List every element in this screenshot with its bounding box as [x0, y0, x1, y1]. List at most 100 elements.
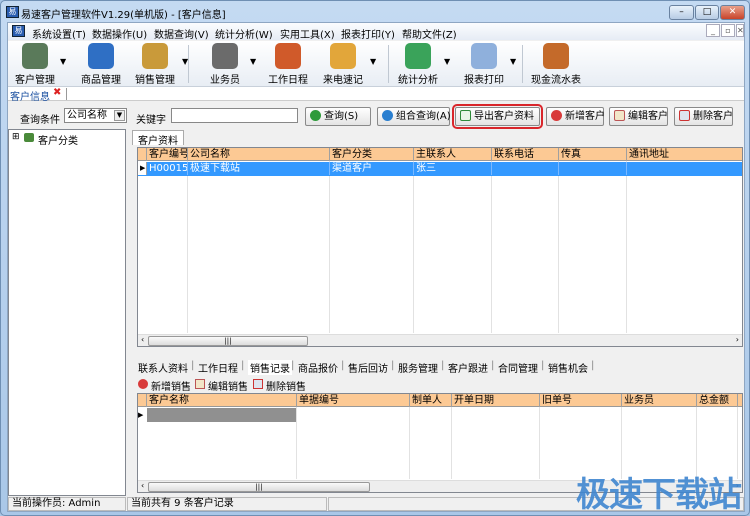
tree-expand-icon[interactable]: ⊞ — [12, 132, 20, 142]
sales-grid-current-cell[interactable] — [147, 408, 297, 422]
detail-tab[interactable]: 服务管理 — [398, 360, 438, 375]
chevron-down-icon[interactable]: ▼ — [114, 110, 125, 121]
add-sale-button[interactable]: 新增销售 — [151, 378, 191, 393]
menu-data-query[interactable]: 数据查询(V) — [154, 26, 209, 41]
cash-flow-icon — [543, 43, 569, 69]
table-cell — [559, 162, 627, 175]
column-header[interactable]: 业务员 — [622, 394, 697, 407]
tab-divider — [66, 88, 67, 100]
add-icon — [551, 110, 562, 121]
column-header[interactable]: 客户名称 — [147, 394, 297, 407]
tab-customer-info[interactable]: 客户资料 — [132, 130, 184, 147]
menu-report[interactable]: 报表打印(Y) — [341, 26, 395, 41]
detail-tab[interactable]: 商品报价 — [298, 360, 338, 375]
delete-sale-button[interactable]: 删除销售 — [266, 378, 306, 393]
keyword-input[interactable] — [171, 108, 298, 123]
hscroll-thumb[interactable]: ||| — [148, 482, 370, 492]
detail-tab[interactable]: 联系人资料 — [138, 360, 188, 375]
detail-tab[interactable]: 合同管理 — [498, 360, 538, 375]
query-condition-select[interactable]: 公司名称 ▼ — [64, 108, 127, 123]
column-header[interactable]: 开单日期 — [452, 394, 540, 407]
export-customer-button[interactable]: 导出客户资料 — [452, 104, 543, 129]
column-header[interactable]: 旧单号 — [540, 394, 622, 407]
toolbar-button-7[interactable]: 报表打印 — [460, 43, 508, 86]
add-sale-icon — [138, 379, 148, 389]
sales-grid-header: 客户名称 单据编号 制单人 开单日期 旧单号 业务员 总金额 — [138, 394, 742, 407]
delete-customer-button[interactable]: 删除客户 — [674, 107, 733, 126]
detail-tab[interactable]: 销售机会 — [548, 360, 588, 375]
mdi-restore-button[interactable]: ▫ — [721, 24, 735, 37]
toolbar-button-4[interactable]: 工作日程 — [264, 43, 312, 86]
call-note-icon — [330, 43, 356, 69]
close-button[interactable]: ✕ — [720, 5, 745, 20]
table-cell: 张三 — [414, 162, 492, 175]
goods-manage-icon — [88, 43, 114, 69]
menu-data-ops[interactable]: 数据操作(U) — [92, 26, 147, 41]
toolbar-label: 业务员 — [210, 75, 240, 86]
close-tab-icon[interactable]: ✖ — [53, 87, 61, 98]
scroll-right-arrow-icon[interactable]: › — [736, 335, 739, 344]
toolbar-button-8[interactable]: 现金流水表 — [528, 43, 584, 86]
customer-grid-hscrollbar[interactable]: ‹ ||| › — [138, 334, 742, 346]
menu-tools[interactable]: 实用工具(X) — [280, 26, 335, 41]
minimize-button[interactable]: – — [669, 5, 694, 20]
table-row[interactable]: ▶H000157极速下载站渠道客户张三 — [138, 162, 742, 176]
dropdown-arrow-icon[interactable]: ▼ — [444, 57, 450, 66]
schedule-icon — [275, 43, 301, 69]
toolbar: 客户管理 ▼ 商品管理 销售管理 ▼ 业务员 ▼ 工作日程 来电速记 ▼ 统计分析 ▼ 报表打印 ▼ 现金流… — [8, 41, 744, 87]
column-header[interactable]: 单据编号 — [297, 394, 410, 407]
edit-customer-button[interactable]: 编辑客户 — [609, 107, 668, 126]
toolbar-label: 报表打印 — [464, 75, 504, 86]
column-header[interactable]: 总金额 — [697, 394, 738, 407]
scroll-left-arrow-icon[interactable]: ‹ — [141, 335, 144, 344]
mdi-close-button[interactable]: ✕ — [736, 24, 744, 37]
menu-help[interactable]: 帮助文件(Z) — [402, 26, 457, 41]
customer-grid-header: 客户编号 公司名称 客户分类 主联系人 联系电话 传真 通讯地址 — [138, 148, 742, 161]
grid-line — [296, 407, 297, 479]
tree-root-customer-category[interactable]: 客户分类 — [38, 132, 78, 147]
column-header[interactable]: 联系电话 — [492, 148, 559, 161]
column-header[interactable]: 公司名称 — [188, 148, 330, 161]
column-header[interactable]: 主联系人 — [414, 148, 492, 161]
dropdown-arrow-icon[interactable]: ▼ — [250, 57, 256, 66]
dropdown-arrow-icon[interactable]: ▼ — [60, 57, 66, 66]
column-header[interactable]: 客户编号 — [147, 148, 188, 161]
toolbar-separator — [522, 45, 523, 83]
tab-divider: | — [241, 360, 245, 371]
search-button[interactable]: 查询(S) — [305, 107, 371, 126]
column-header[interactable]: 制单人 — [410, 394, 452, 407]
doc-tab-customer-info[interactable]: 客户信息 — [10, 88, 50, 103]
detail-tab[interactable]: 客户跟进 — [448, 360, 488, 375]
toolbar-label: 商品管理 — [81, 75, 121, 86]
column-header[interactable]: 客户分类 — [330, 148, 414, 161]
toolbar-button-6[interactable]: 统计分析 — [394, 43, 442, 86]
toolbar-button-0[interactable]: 客户管理 — [12, 43, 58, 86]
hscroll-thumb[interactable]: ||| — [148, 336, 308, 346]
toolbar-button-3[interactable]: 业务员 — [202, 43, 248, 86]
toolbar-button-1[interactable]: 商品管理 — [76, 43, 126, 86]
edit-sale-button[interactable]: 编辑销售 — [208, 378, 248, 393]
status-record-count: 当前共有 9 条客户记录 — [127, 497, 327, 511]
column-header[interactable]: 传真 — [559, 148, 627, 161]
tab-divider: | — [591, 360, 595, 371]
scroll-left-arrow-icon[interactable]: ‹ — [141, 481, 144, 490]
menu-system[interactable]: 系统设置(T) — [32, 26, 86, 41]
delete-icon — [679, 110, 690, 121]
report-print-icon — [471, 43, 497, 69]
dropdown-arrow-icon[interactable]: ▼ — [510, 57, 516, 66]
detail-tab[interactable]: 销售记录 — [248, 360, 292, 375]
toolbar-button-2[interactable]: 销售管理 — [130, 43, 180, 86]
add-customer-button[interactable]: 新增客户 — [546, 107, 605, 126]
mdi-minimize-button[interactable]: _ — [706, 24, 720, 37]
app-window: 易 易速客户管理软件V1.29(单机版) - [客户信息] – □ ✕ 易 系统… — [0, 0, 750, 516]
detail-tab[interactable]: 售后回访 — [348, 360, 388, 375]
column-header[interactable]: 通讯地址 — [627, 148, 742, 161]
menu-bar: 易 系统设置(T) 数据操作(U) 数据查询(V) 统计分析(W) 实用工具(X… — [8, 23, 744, 41]
toolbar-button-5[interactable]: 来电速记 — [318, 43, 368, 86]
maximize-button[interactable]: □ — [695, 5, 719, 20]
table-cell: 极速下载站 — [188, 162, 330, 175]
dropdown-arrow-icon[interactable]: ▼ — [370, 57, 376, 66]
menu-statistics[interactable]: 统计分析(W) — [215, 26, 273, 41]
detail-tab[interactable]: 工作日程 — [198, 360, 238, 375]
combo-search-button[interactable]: 组合查询(A) — [377, 107, 451, 126]
